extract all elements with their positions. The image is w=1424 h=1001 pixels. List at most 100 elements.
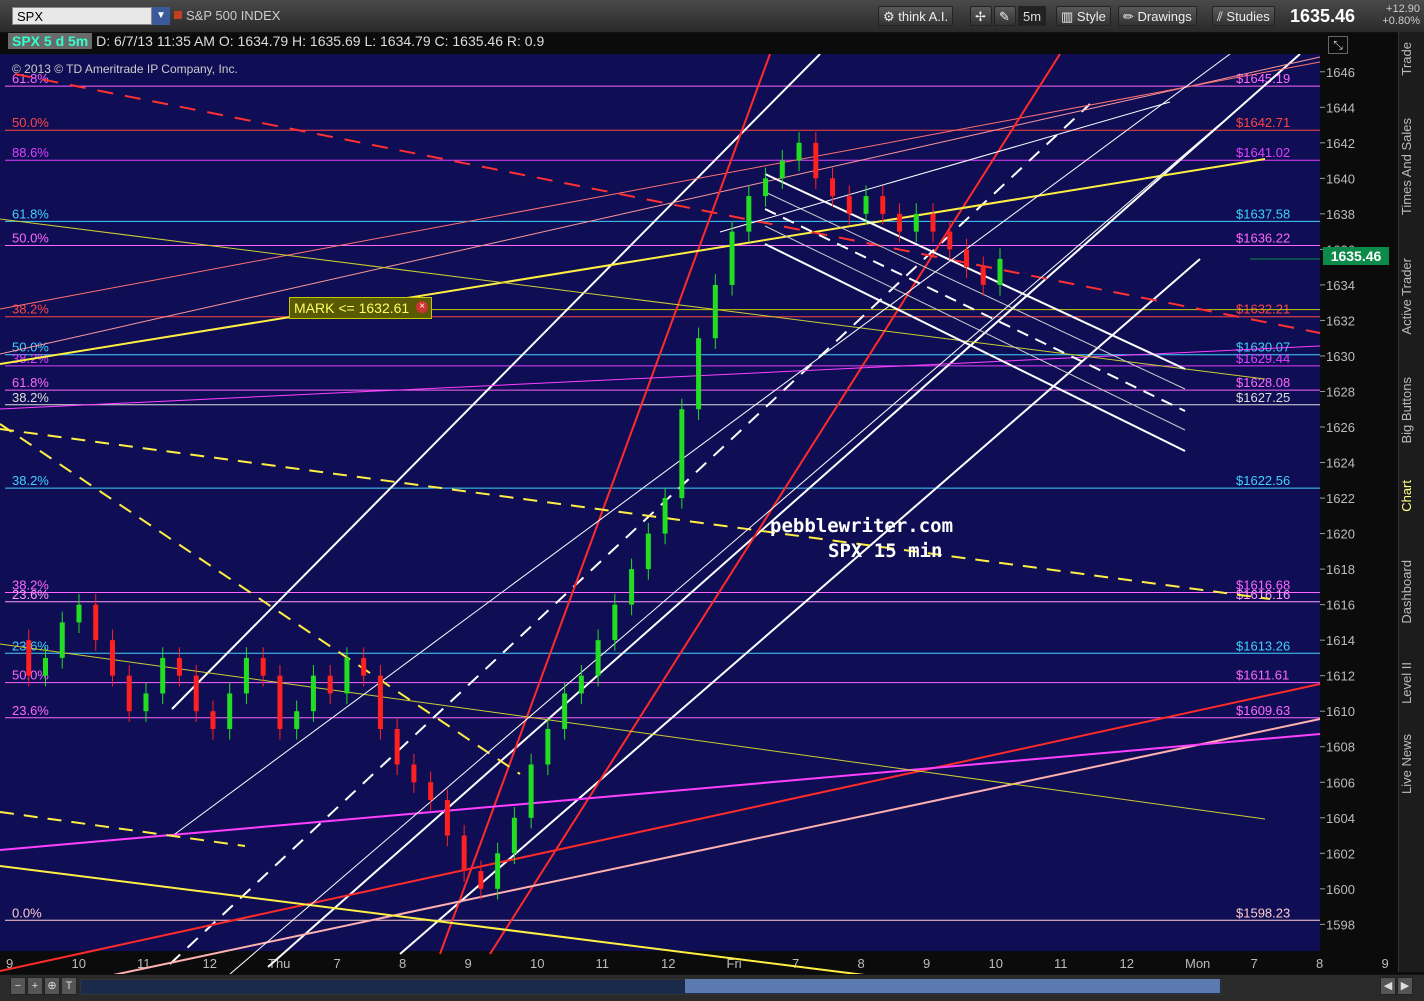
- fib-level-label: 88.6%: [12, 145, 49, 160]
- sidebar-tab-live-news[interactable]: Live News: [1399, 734, 1424, 794]
- candle-body: [897, 213, 903, 232]
- fib-price-label: $1645.19: [1236, 71, 1290, 86]
- candle-body: [160, 657, 166, 694]
- candle-body: [645, 533, 651, 570]
- drawings-label: Drawings: [1137, 9, 1192, 24]
- candle-body: [26, 640, 32, 676]
- sidebar-tab-times-and-sales[interactable]: Times And Sales: [1399, 118, 1424, 215]
- fib-level-label: 23.6%: [12, 587, 49, 602]
- last-price-tag: 1635.46: [1323, 247, 1389, 265]
- candle-body: [830, 178, 836, 197]
- text-icon[interactable]: T: [61, 977, 77, 995]
- candle-body: [763, 178, 769, 197]
- chart-area[interactable]: 1598 1600 1602 1604 1606 1608 1610 1612 1614 1616…: [0, 54, 1424, 974]
- timeframe-button[interactable]: 5m: [1018, 6, 1047, 26]
- expand-icon[interactable]: ⤡: [1328, 36, 1348, 54]
- fit-icon[interactable]: ⊕: [44, 977, 60, 995]
- candle-body: [461, 835, 467, 872]
- toolbar: SPX ▼ S&P 500 INDEX ⚙ think A.I. ✢ ✎ 5m …: [0, 0, 1424, 33]
- candle-body: [964, 249, 970, 268]
- think-ai-button[interactable]: ⚙ think A.I.: [878, 6, 954, 26]
- style-button[interactable]: ▥ Style: [1056, 6, 1111, 26]
- candle-body: [980, 267, 986, 285]
- candle-body: [545, 728, 551, 765]
- sidebar-tab-active-trader[interactable]: Active Trader: [1399, 258, 1424, 335]
- x-tick-label: 8: [1316, 956, 1323, 971]
- fib-price-label: $1611.61: [1236, 668, 1289, 683]
- x-tick-label: 10: [530, 956, 544, 971]
- candle-body: [913, 213, 919, 232]
- bar-range: R: 0.9: [506, 33, 545, 49]
- crosshair-icon[interactable]: ✢: [970, 6, 992, 26]
- candle-body: [411, 764, 417, 783]
- candle-body: [679, 409, 685, 499]
- close-icon[interactable]: ×: [416, 301, 429, 313]
- sidebar-tab-chart[interactable]: Chart: [1399, 480, 1424, 512]
- candle-body: [578, 675, 584, 694]
- y-tick-label: 1618: [1326, 562, 1355, 577]
- sidebar-tab-dashboard[interactable]: Dashboard: [1399, 560, 1424, 624]
- y-tick-label: 1630: [1326, 349, 1355, 364]
- fib-level-label: 38.2%: [12, 473, 49, 488]
- zoom-out-icon[interactable]: −: [10, 977, 26, 995]
- candle-body: [863, 196, 869, 214]
- mark-label: MARK <= 1632.61: [294, 300, 410, 316]
- y-tick-label: 1610: [1326, 704, 1355, 719]
- fib-level-label: 23.6%: [12, 703, 49, 718]
- candle-body: [227, 693, 233, 729]
- fib-price-label: $1609.63: [1236, 703, 1290, 718]
- candle-body: [511, 817, 517, 854]
- x-tick-label: 7: [334, 956, 341, 971]
- x-tick-label: 12: [661, 956, 675, 971]
- candle-body: [997, 258, 1003, 285]
- x-tick-label: 10: [72, 956, 86, 971]
- candle-body: [143, 693, 149, 712]
- candle-body: [629, 569, 635, 605]
- mark-alert[interactable]: MARK <= 1632.61 ×: [289, 297, 433, 319]
- candle-body: [344, 657, 350, 694]
- y-tick-label: 1640: [1326, 171, 1355, 186]
- candle-body: [76, 604, 82, 623]
- y-tick-label: 1632: [1326, 313, 1355, 328]
- scrollbar-thumb[interactable]: [685, 979, 1220, 993]
- candle-body: [327, 675, 333, 694]
- y-tick-label: 1622: [1326, 491, 1355, 506]
- scroll-left-icon[interactable]: ◀: [1380, 977, 1396, 995]
- symbol-name: S&P 500 INDEX: [186, 8, 281, 23]
- sidebar-tab-trade[interactable]: Trade: [1399, 42, 1424, 75]
- candle-body: [813, 142, 819, 179]
- zoom-in-icon[interactable]: +: [27, 977, 43, 995]
- sidebar: Trade Times And Sales Active Trader Big But…: [1398, 32, 1424, 972]
- x-tick-label: 11: [596, 956, 610, 971]
- candle-body: [612, 604, 618, 641]
- y-tick-label: 1634: [1326, 278, 1355, 293]
- symbol-color-icon: [174, 11, 182, 19]
- symbol-input[interactable]: SPX: [12, 7, 152, 25]
- candle-body: [779, 160, 785, 179]
- y-tick-label: 1620: [1326, 527, 1355, 542]
- drawings-button[interactable]: ✏ Drawings: [1118, 6, 1197, 26]
- series-label[interactable]: SPX 5 d 5m: [8, 33, 93, 49]
- studies-button[interactable]: ⫽ Studies: [1212, 6, 1275, 26]
- candle-body: [880, 196, 886, 214]
- sidebar-tab-level-ii[interactable]: Level II: [1399, 662, 1424, 704]
- y-tick-label: 1644: [1326, 100, 1355, 115]
- scroll-right-icon[interactable]: ▶: [1397, 977, 1413, 995]
- candle-body: [846, 196, 852, 214]
- y-tick-label: 1612: [1326, 669, 1355, 684]
- fib-level-label: 38.2%: [12, 302, 49, 317]
- change-value: +12.90: [1386, 3, 1420, 15]
- x-tick-label: 12: [1120, 956, 1134, 971]
- fib-price-label: $1637.58: [1236, 206, 1290, 221]
- y-tick-label: 1602: [1326, 846, 1355, 861]
- price-chart[interactable]: 1598 1600 1602 1604 1606 1608 1610 1612 1614 1616…: [0, 54, 1398, 974]
- sidebar-tab-big-buttons[interactable]: Big Buttons: [1399, 377, 1424, 444]
- y-tick-label: 1598: [1326, 917, 1355, 932]
- wrench-icon[interactable]: ✎: [994, 6, 1016, 26]
- candle-body: [595, 640, 601, 676]
- x-tick-label: 8: [399, 956, 406, 971]
- symbol-dropdown-icon[interactable]: ▼: [152, 7, 170, 25]
- fib-price-label: $1627.25: [1236, 390, 1290, 405]
- fib-level-label: 50.0%: [12, 115, 49, 130]
- fib-price-label: $1622.56: [1236, 473, 1290, 488]
